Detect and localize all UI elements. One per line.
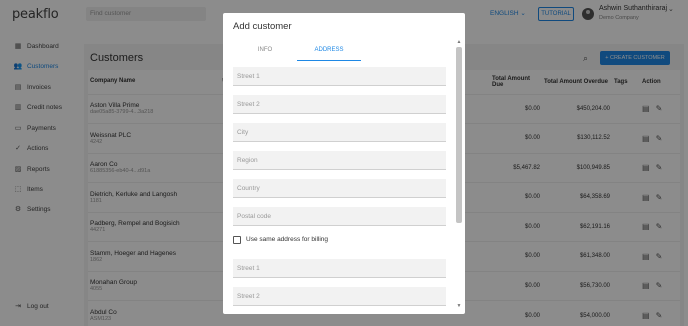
postal-code-field[interactable]: Postal code: [233, 207, 446, 226]
dialog-scrollbar[interactable]: ▲ ▼: [455, 39, 463, 311]
same-address-checkbox[interactable]: [233, 236, 241, 244]
add-customer-dialog: Add customer INFO ADDRESS Street 1 Stree…: [223, 13, 465, 314]
same-address-label[interactable]: Use same address for billing: [246, 236, 328, 243]
scroll-up-arrow-icon[interactable]: ▲: [456, 39, 462, 45]
tab-info[interactable]: INFO: [233, 43, 297, 61]
street2-field[interactable]: Street 2: [233, 95, 446, 114]
dialog-tabs: INFO ADDRESS: [233, 43, 453, 61]
country-field[interactable]: Country: [233, 179, 446, 198]
street1-field[interactable]: Street 1: [233, 67, 446, 86]
scroll-down-arrow-icon[interactable]: ▼: [456, 303, 462, 309]
scroll-thumb[interactable]: [456, 47, 462, 223]
city-field[interactable]: City: [233, 123, 446, 142]
billing-street2-field[interactable]: Street 2: [233, 287, 446, 306]
tab-address[interactable]: ADDRESS: [297, 43, 361, 61]
region-field[interactable]: Region: [233, 151, 446, 170]
dialog-title: Add customer: [233, 21, 292, 32]
billing-street1-field[interactable]: Street 1: [233, 259, 446, 278]
